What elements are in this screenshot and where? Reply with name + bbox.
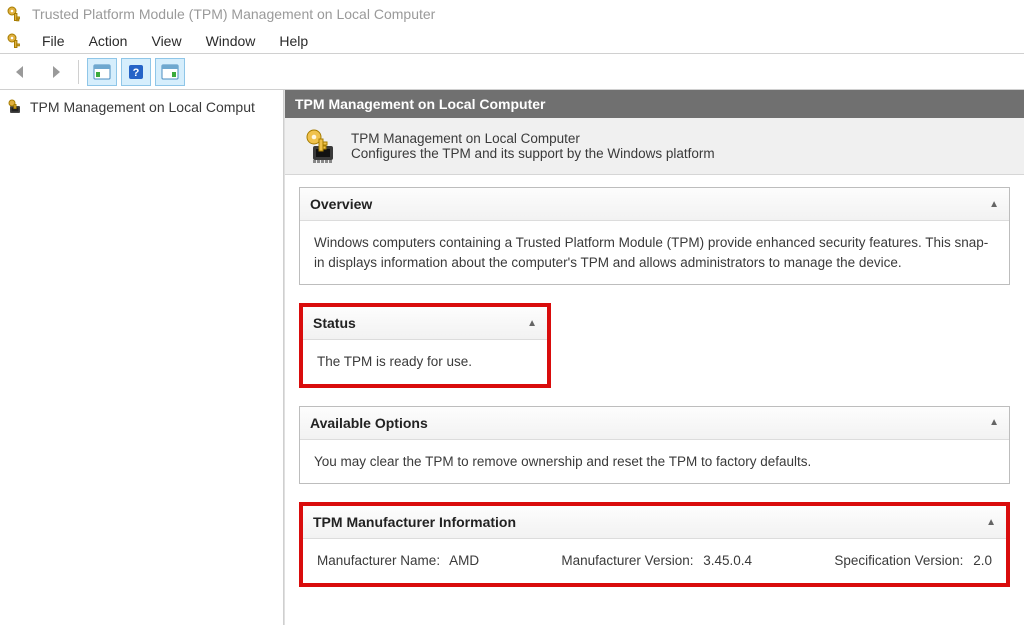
- panel-overview-body: Windows computers containing a Trusted P…: [300, 221, 1009, 284]
- toolbar: ?: [0, 54, 1024, 90]
- intro-line-2: Configures the TPM and its support by th…: [351, 146, 715, 161]
- collapse-icon: ▲: [527, 318, 537, 329]
- show-hide-action-pane-button[interactable]: [155, 58, 185, 86]
- app-key-icon: [6, 5, 24, 23]
- console-tree-pane: TPM Management on Local Comput: [0, 90, 284, 625]
- mfr-version-value: 3.45.0.4: [703, 553, 752, 568]
- panel-overview-title: Overview: [310, 196, 372, 212]
- mfr-name-value: AMD: [449, 553, 479, 568]
- mfr-name-field: Manufacturer Name AMD: [317, 551, 479, 571]
- tpm-key-chip-large-icon: [303, 128, 339, 164]
- mfr-spec-value: 2.0: [973, 553, 992, 568]
- mfr-spec-field: Specification Version 2.0: [834, 551, 992, 571]
- menu-view[interactable]: View: [141, 31, 191, 51]
- mfr-name-label: Manufacturer Name: [317, 553, 446, 568]
- menu-help[interactable]: Help: [269, 31, 318, 51]
- panel-mfr-header[interactable]: TPM Manufacturer Information ▲: [303, 506, 1006, 539]
- collapse-icon: ▲: [989, 199, 999, 210]
- window-title: Trusted Platform Module (TPM) Management…: [32, 6, 435, 22]
- intro-line-1: TPM Management on Local Computer: [351, 131, 715, 146]
- svg-text:?: ?: [133, 67, 140, 79]
- panel-status-header[interactable]: Status ▲: [303, 307, 547, 340]
- tpm-key-chip-icon: [6, 98, 24, 116]
- intro-text: TPM Management on Local Computer Configu…: [351, 131, 715, 161]
- panel-status: Status ▲ The TPM is ready for use.: [299, 303, 551, 388]
- tree-node-tpm-management[interactable]: TPM Management on Local Comput: [0, 94, 283, 120]
- panel-options-title: Available Options: [310, 415, 428, 431]
- panel-available-options: Available Options ▲ You may clear the TP…: [299, 406, 1010, 485]
- intro-box: TPM Management on Local Computer Configu…: [285, 118, 1024, 175]
- content-header: TPM Management on Local Computer: [285, 90, 1024, 118]
- tree-node-label: TPM Management on Local Comput: [30, 99, 255, 115]
- panel-overview-header[interactable]: Overview ▲: [300, 188, 1009, 221]
- menu-action[interactable]: Action: [79, 31, 138, 51]
- panel-overview: Overview ▲ Windows computers containing …: [299, 187, 1010, 285]
- panel-mfr-title: TPM Manufacturer Information: [313, 514, 516, 530]
- panel-manufacturer-info: TPM Manufacturer Information ▲ Manufactu…: [299, 502, 1010, 587]
- main-area: TPM Management on Local Comput TPM Manag…: [0, 90, 1024, 625]
- collapse-icon: ▲: [989, 417, 999, 428]
- back-button[interactable]: [6, 58, 36, 86]
- panels-container: Overview ▲ Windows computers containing …: [285, 175, 1024, 617]
- help-button[interactable]: ?: [121, 58, 151, 86]
- panel-status-title: Status: [313, 315, 356, 331]
- show-hide-console-tree-button[interactable]: [87, 58, 117, 86]
- app-key-icon: [6, 32, 24, 50]
- mfr-spec-label: Specification Version: [834, 553, 969, 568]
- panel-options-header[interactable]: Available Options ▲: [300, 407, 1009, 440]
- window-title-bar: Trusted Platform Module (TPM) Management…: [0, 0, 1024, 28]
- toolbar-divider: [78, 60, 79, 84]
- menu-file[interactable]: File: [32, 31, 75, 51]
- content-pane: TPM Management on Local Computer TPM Man…: [284, 90, 1024, 625]
- panel-mfr-body: Manufacturer Name AMD Manufacturer Versi…: [303, 539, 1006, 583]
- panel-status-body: The TPM is ready for use.: [303, 340, 547, 384]
- menu-bar: File Action View Window Help: [0, 28, 1024, 54]
- panel-options-body: You may clear the TPM to remove ownershi…: [300, 440, 1009, 484]
- menu-window[interactable]: Window: [196, 31, 266, 51]
- mfr-version-field: Manufacturer Version 3.45.0.4: [561, 551, 752, 571]
- forward-button[interactable]: [40, 58, 70, 86]
- collapse-icon: ▲: [986, 517, 996, 528]
- mfr-version-label: Manufacturer Version: [561, 553, 699, 568]
